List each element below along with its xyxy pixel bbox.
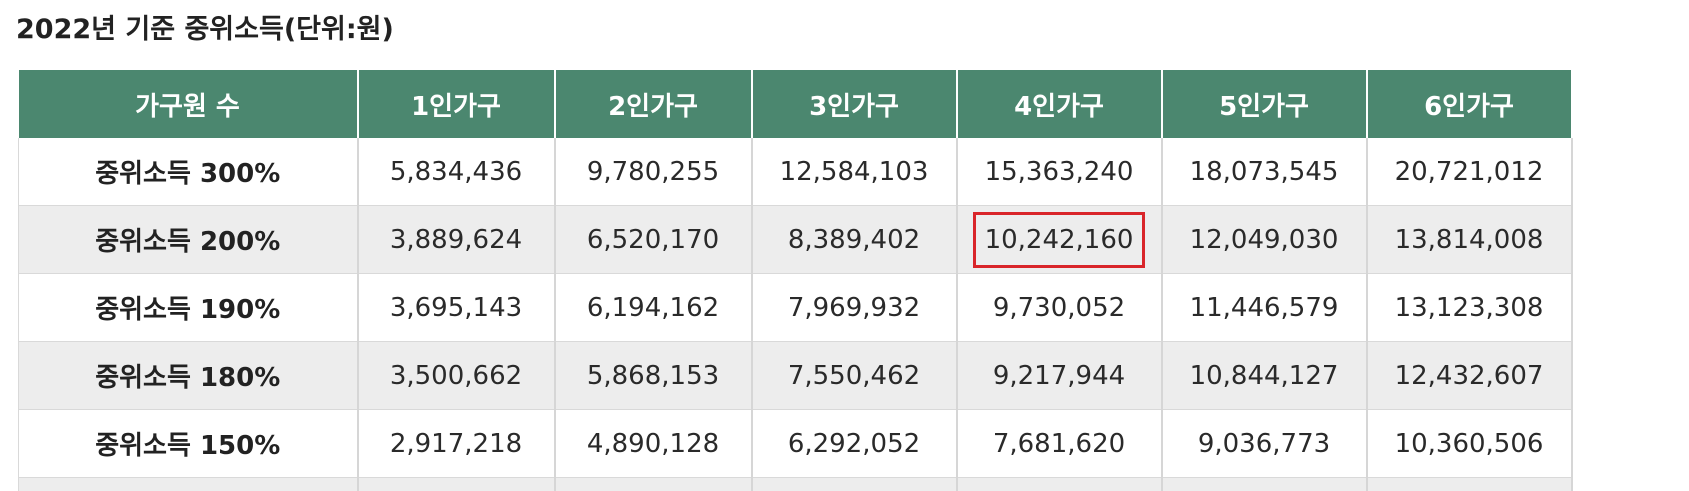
table-cell: 10,360,506 (1366, 409, 1573, 478)
row-label: 중위소득 200% (18, 205, 359, 274)
header-5-person: 5인가구 (1161, 70, 1368, 138)
table-cell: 12,049,030 (1161, 205, 1368, 274)
table-cell: 3,695,143 (357, 273, 556, 342)
header-3-person: 3인가구 (751, 70, 958, 138)
table-cell: 6,292,052 (751, 409, 958, 478)
table-cell: 12,432,607 (1366, 341, 1573, 410)
table-cell: 10,844,127 (1161, 341, 1368, 410)
table-cell: 13,123,308 (1366, 273, 1573, 342)
empty-cell (751, 477, 958, 491)
median-income-table: 가구원 수 1인가구 2인가구 3인가구 4인가구 5인가구 6인가구 중위소득… (18, 70, 1573, 491)
empty-cell (1161, 477, 1368, 491)
table-cell: 11,446,579 (1161, 273, 1368, 342)
table-cell-highlighted: 10,242,160 (956, 205, 1163, 274)
table-cell: 12,584,103 (751, 138, 958, 206)
header-2-person: 2인가구 (554, 70, 753, 138)
table-cell: 8,389,402 (751, 205, 958, 274)
table-cell: 20,721,012 (1366, 138, 1573, 206)
table-cell: 2,917,218 (357, 409, 556, 478)
table-row-partial (18, 477, 1573, 491)
table-cell: 13,814,008 (1366, 205, 1573, 274)
table-cell: 6,194,162 (554, 273, 753, 342)
header-1-person: 1인가구 (357, 70, 556, 138)
row-label: 중위소득 190% (18, 273, 359, 342)
empty-cell (18, 477, 359, 491)
table-cell: 7,681,620 (956, 409, 1163, 478)
table-cell: 6,520,170 (554, 205, 753, 274)
table-cell: 15,363,240 (956, 138, 1163, 206)
empty-cell (956, 477, 1163, 491)
table-cell: 4,890,128 (554, 409, 753, 478)
header-6-person: 6인가구 (1366, 70, 1573, 138)
table-row: 중위소득 150% 2,917,218 4,890,128 6,292,052 … (18, 409, 1573, 478)
table-cell: 3,500,662 (357, 341, 556, 410)
row-label: 중위소득 180% (18, 341, 359, 410)
table-cell: 5,868,153 (554, 341, 753, 410)
table-cell: 7,969,932 (751, 273, 958, 342)
table-cell: 9,036,773 (1161, 409, 1368, 478)
empty-cell (357, 477, 556, 491)
table-row: 중위소득 180% 3,500,662 5,868,153 7,550,462 … (18, 341, 1573, 410)
table-title: 2022년 기준 중위소득(단위:원) (16, 14, 394, 45)
table-cell: 3,889,624 (357, 205, 556, 274)
header-household-size: 가구원 수 (18, 70, 359, 138)
table-row: 중위소득 200% 3,889,624 6,520,170 8,389,402 … (18, 205, 1573, 274)
header-row: 가구원 수 1인가구 2인가구 3인가구 4인가구 5인가구 6인가구 (18, 70, 1573, 138)
table-row: 중위소득 190% 3,695,143 6,194,162 7,969,932 … (18, 273, 1573, 342)
row-label: 중위소득 150% (18, 409, 359, 478)
table-cell: 7,550,462 (751, 341, 958, 410)
header-4-person: 4인가구 (956, 70, 1163, 138)
table-cell: 9,780,255 (554, 138, 753, 206)
table-row: 중위소득 300% 5,834,436 9,780,255 12,584,103… (18, 138, 1573, 206)
page: 2022년 기준 중위소득(단위:원) 가구원 수 1인가구 2인가구 3인가구… (0, 0, 1689, 491)
row-label: 중위소득 300% (18, 138, 359, 206)
table-cell: 5,834,436 (357, 138, 556, 206)
table-cell: 18,073,545 (1161, 138, 1368, 206)
highlight-box: 10,242,160 (972, 211, 1146, 268)
empty-cell (1366, 477, 1573, 491)
table-cell: 9,730,052 (956, 273, 1163, 342)
empty-cell (554, 477, 753, 491)
table-cell: 9,217,944 (956, 341, 1163, 410)
